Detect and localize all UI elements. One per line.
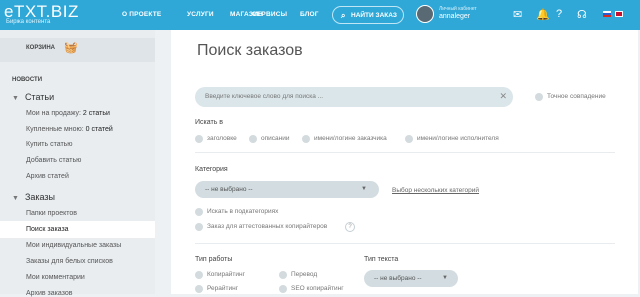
account-label: Личный кабинет bbox=[439, 6, 477, 12]
opt-title-label: заголовке bbox=[207, 135, 237, 142]
divider bbox=[195, 243, 615, 244]
cart[interactable]: КОРЗИНА 🧺 bbox=[0, 38, 155, 62]
subcategories-checkbox[interactable] bbox=[195, 208, 203, 216]
opt-performer-checkbox[interactable] bbox=[405, 135, 413, 143]
account-name[interactable]: annaleger bbox=[439, 13, 470, 20]
sidebar-head-orders[interactable]: ▼ Заказы bbox=[12, 192, 55, 202]
subcategories-label: Искать в подкатегориях bbox=[207, 208, 279, 215]
sidebar-item-add-article[interactable]: Добавить статью bbox=[26, 157, 81, 164]
chevron-down-icon: ▼ bbox=[12, 95, 19, 102]
find-order-label: НАЙТИ ЗАКАЗ bbox=[351, 12, 398, 19]
attested-label: Заказ для аттестованных копирайтеров bbox=[207, 223, 328, 230]
opt-description-checkbox[interactable] bbox=[249, 135, 257, 143]
opt-description-label: описании bbox=[261, 135, 290, 142]
support-icon[interactable]: ☊ bbox=[577, 8, 587, 21]
mail-icon[interactable]: ✉ bbox=[513, 8, 522, 21]
copywriting-checkbox[interactable] bbox=[195, 271, 203, 279]
avatar[interactable] bbox=[416, 5, 434, 23]
sidebar-item-my-comments[interactable]: Мои комментарии bbox=[26, 274, 85, 281]
flag-uk-icon[interactable] bbox=[615, 11, 623, 17]
seo-copywriting-checkbox[interactable] bbox=[279, 285, 287, 293]
divider bbox=[195, 152, 615, 153]
chevron-down-icon: ▼ bbox=[361, 186, 367, 192]
text-type-select[interactable]: -- не выбрано -- ▼ bbox=[364, 270, 458, 287]
exact-match-label: Точное совпадение bbox=[547, 93, 606, 100]
main-panel: Поиск заказов Введите ключевое слово для… bbox=[171, 30, 638, 294]
opt-customer-checkbox[interactable] bbox=[302, 135, 310, 143]
attested-checkbox[interactable] bbox=[195, 223, 203, 231]
basket-icon: 🧺 bbox=[64, 42, 78, 54]
top-navigation-bar: eTXT.BIZ Биржа контента О ПРОЕКТЕ УСЛУГИ… bbox=[0, 0, 640, 30]
logo-subtitle: Биржа контента bbox=[6, 19, 51, 25]
chevron-down-icon: ▼ bbox=[12, 195, 19, 202]
search-placeholder: Введите ключевое слово для поиска ... bbox=[205, 93, 324, 100]
category-value: -- не выбрано -- bbox=[205, 186, 253, 193]
bell-icon[interactable]: 🔔 bbox=[536, 8, 550, 21]
nav-services[interactable]: УСЛУГИ bbox=[187, 11, 214, 18]
sidebar-news[interactable]: НОВОСТИ bbox=[12, 77, 42, 83]
sidebar-item-individual-orders[interactable]: Мои индивидуальные заказы bbox=[26, 242, 121, 249]
rewriting-label: Рерайтинг bbox=[207, 285, 239, 292]
sidebar-item-order-search[interactable]: Поиск заказа bbox=[26, 226, 69, 233]
sidebar-head-articles[interactable]: ▼ Статьи bbox=[12, 92, 54, 102]
nav-blog[interactable]: БЛОГ bbox=[300, 11, 319, 18]
sidebar-item-buy-article[interactable]: Купить статью bbox=[26, 141, 73, 148]
translation-checkbox[interactable] bbox=[279, 271, 287, 279]
opt-customer-label: имени/логине заказчика bbox=[314, 135, 387, 142]
text-type-value: -- не выбрано -- bbox=[374, 275, 422, 282]
sidebar-item-purchased[interactable]: Купленные мною: 0 статей bbox=[26, 126, 113, 133]
cart-label: КОРЗИНА bbox=[26, 45, 55, 51]
sidebar-item-article-archive[interactable]: Архив статей bbox=[26, 173, 69, 180]
opt-title-checkbox[interactable] bbox=[195, 135, 203, 143]
help-icon[interactable]: ? bbox=[345, 222, 355, 232]
chevron-down-icon: ▼ bbox=[442, 275, 448, 281]
seo-copywriting-label: SEO копирайтинг bbox=[291, 285, 344, 292]
text-type-heading: Тип текста bbox=[364, 256, 399, 263]
sidebar-item-project-folders[interactable]: Папки проектов bbox=[26, 210, 77, 217]
nav-about[interactable]: О ПРОЕКТЕ bbox=[122, 11, 161, 18]
sidebar-item-whitelist-orders[interactable]: Заказы для белых списков bbox=[26, 258, 113, 265]
sidebar: КОРЗИНА 🧺 НОВОСТИ ▼ Статьи Мои на продажу… bbox=[0, 30, 155, 297]
exact-match-checkbox[interactable] bbox=[535, 93, 543, 101]
work-type-heading: Тип работы bbox=[195, 256, 233, 263]
find-order-button[interactable]: ⌕ НАЙТИ ЗАКАЗ bbox=[332, 6, 404, 24]
rewriting-checkbox[interactable] bbox=[195, 285, 203, 293]
category-select[interactable]: -- не выбрано -- ▼ bbox=[195, 181, 379, 198]
search-icon: ⌕ bbox=[341, 11, 346, 20]
search-in-heading: Искать в bbox=[195, 119, 224, 126]
opt-performer-label: имени/логине исполнителя bbox=[417, 135, 499, 142]
sidebar-active-highlight bbox=[0, 221, 155, 238]
flag-ru-icon[interactable] bbox=[603, 11, 611, 17]
copywriting-label: Копирайтинг bbox=[207, 271, 245, 278]
nav-tools[interactable]: СЕРВИСЫ bbox=[252, 11, 287, 18]
close-icon[interactable]: ✕ bbox=[499, 91, 507, 102]
multi-category-link[interactable]: Выбор нескольких категорий bbox=[392, 187, 479, 194]
category-heading: Категория bbox=[195, 166, 228, 173]
keyword-search-input[interactable]: Введите ключевое слово для поиска ... ✕ bbox=[195, 87, 513, 107]
page-title: Поиск заказов bbox=[197, 42, 303, 59]
sidebar-item-my-for-sale[interactable]: Мои на продажу: 2 статьи bbox=[26, 110, 110, 117]
help-icon[interactable]: ? bbox=[556, 8, 562, 20]
translation-label: Перевод bbox=[291, 271, 318, 278]
